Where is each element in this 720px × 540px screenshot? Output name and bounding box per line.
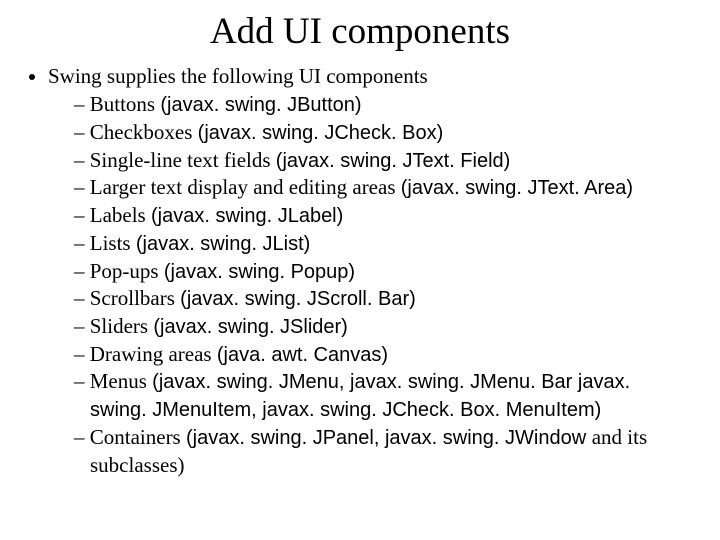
item-label: Checkboxes [90,120,198,144]
list-item: Sliders (javax. swing. JSlider) [74,313,692,341]
list-item: Containers (javax. swing. JPanel, javax.… [74,424,692,479]
list-item: Menus (javax. swing. JMenu, javax. swing… [74,368,692,423]
list-item: Drawing areas (java. awt. Canvas) [74,341,692,369]
item-api: (javax. swing. JCheck. Box) [198,122,444,144]
item-label: Containers [90,425,186,449]
item-label: Labels [90,203,151,227]
item-api: (javax. swing. JList) [136,233,311,255]
item-label: Larger text display and editing areas [90,175,401,199]
item-api: (java. awt. Canvas) [217,344,388,366]
item-api: (javax. swing. JScroll. Bar) [180,288,416,310]
item-label: Scrollbars [90,286,180,310]
item-api: (javax. swing. JLabel) [151,205,343,227]
item-label: Menus [90,369,152,393]
list-item: Single-line text fields (javax. swing. J… [74,147,692,175]
item-api: (javax. swing. Popup) [164,261,355,283]
list-item: Buttons (javax. swing. JButton) [74,91,692,119]
item-label: Buttons [90,92,161,116]
list-item: Lists (javax. swing. JList) [74,230,692,258]
item-api: (javax. swing. JPanel, javax. swing. JWi… [186,427,592,449]
bullet-text: Swing supplies the following UI componen… [48,64,428,88]
item-api: (javax. swing. JText. Area) [401,177,633,199]
list-item: Scrollbars (javax. swing. JScroll. Bar) [74,285,692,313]
list-item: Pop-ups (javax. swing. Popup) [74,258,692,286]
slide: Add UI components Swing supplies the fol… [0,0,720,540]
item-label: Pop-ups [90,259,164,283]
item-label: Single-line text fields [90,148,276,172]
item-label: Sliders [90,314,154,338]
bullet-list: Swing supplies the following UI componen… [28,63,692,479]
item-api: (javax. swing. JText. Field) [276,150,511,172]
slide-title: Add UI components [28,10,692,53]
item-api: (javax. swing. JButton) [160,94,361,116]
item-api: (javax. swing. JMenu, javax. swing. JMen… [90,371,630,421]
item-label: Lists [90,231,136,255]
list-item: Larger text display and editing areas (j… [74,174,692,202]
component-list: Buttons (javax. swing. JButton) Checkbox… [48,91,692,479]
bullet-level1: Swing supplies the following UI componen… [48,63,692,479]
item-label: Drawing areas [90,342,217,366]
list-item: Labels (javax. swing. JLabel) [74,202,692,230]
item-api: (javax. swing. JSlider) [153,316,348,338]
list-item: Checkboxes (javax. swing. JCheck. Box) [74,119,692,147]
